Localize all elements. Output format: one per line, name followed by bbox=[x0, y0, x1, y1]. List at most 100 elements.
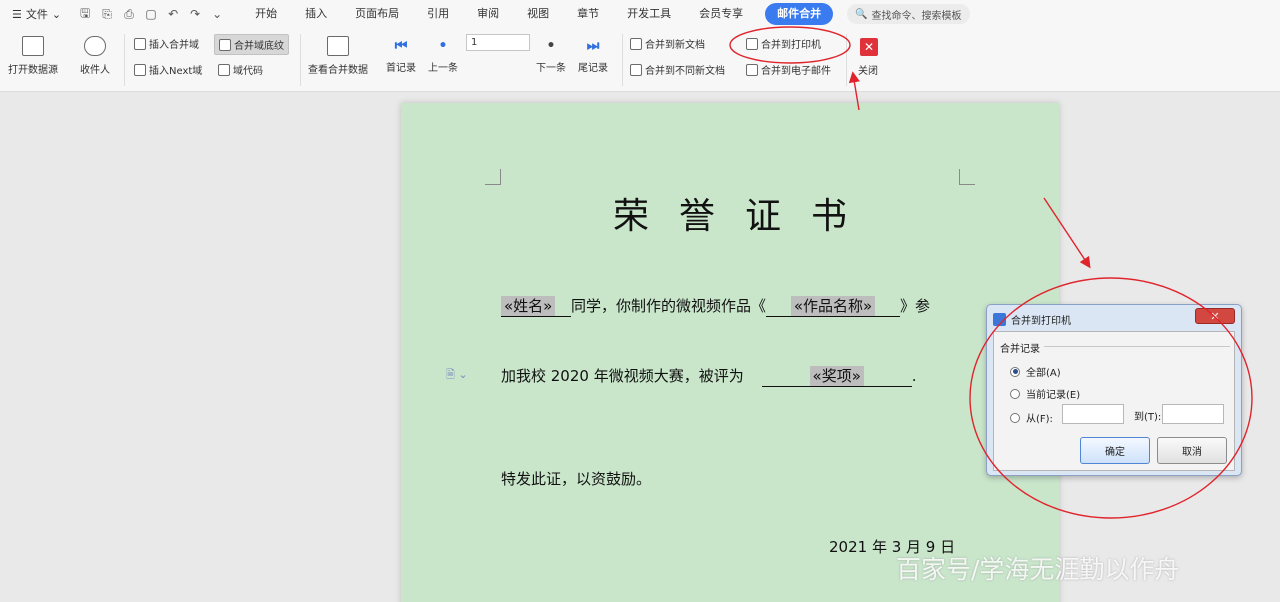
printer-icon bbox=[746, 37, 758, 50]
body-text-4: . bbox=[911, 367, 917, 385]
previous-record-button[interactable]: • 上一条 bbox=[428, 38, 458, 74]
radio-dot bbox=[1010, 388, 1020, 399]
tab-home[interactable]: 开始 bbox=[241, 3, 291, 25]
open-datasource-label: 打开数据源 bbox=[8, 65, 58, 76]
tab-view[interactable]: 视图 bbox=[513, 3, 563, 25]
menu-bar: ☰ 文件 ⌄ 🖫 ⎘ ⎙ ▢ ↶ ↷ ⌄ 开始 插入 页面布局 引用 审阅 视图… bbox=[0, 0, 1280, 28]
separator bbox=[124, 34, 125, 86]
tab-sections[interactable]: 章节 bbox=[563, 3, 613, 25]
merge-to-new-document-label: 合并到新文档 bbox=[645, 40, 705, 51]
tab-member[interactable]: 会员专享 bbox=[685, 3, 757, 25]
hamburger-icon: ☰ bbox=[12, 7, 22, 21]
tab-mail-merge[interactable]: 邮件合并 bbox=[765, 3, 834, 25]
dialog-titlebar[interactable]: 合并到打印机 bbox=[993, 309, 1071, 329]
print-icon[interactable]: ⎙ bbox=[119, 4, 139, 24]
document-page[interactable]: 荣誉证书 «姓名» 同学，你制作的微视频作品《 «作品名称» 》参 🗎 ⌄ 加我… bbox=[401, 103, 1059, 602]
dialog-title: 合并到打印机 bbox=[1011, 315, 1071, 327]
last-record-button[interactable]: ⏭ 尾记录 bbox=[578, 38, 608, 74]
datasource-icon bbox=[22, 36, 44, 56]
close-mail-merge-label: 关闭 bbox=[858, 66, 878, 77]
ok-button[interactable]: 确定 bbox=[1080, 437, 1150, 464]
merge-to-different-documents-label: 合并到不同新文档 bbox=[645, 66, 725, 77]
merge-to-new-document-button[interactable]: 合并到新文档 bbox=[630, 36, 705, 51]
tab-references[interactable]: 引用 bbox=[413, 3, 463, 25]
recipients-label: 收件人 bbox=[80, 65, 110, 76]
radio-current-record[interactable]: 当前记录(E) bbox=[1010, 386, 1080, 401]
merge-field-shading-button[interactable]: 合并域底纹 bbox=[214, 34, 289, 55]
view-merged-data-button[interactable]: 查看合并数据 bbox=[308, 36, 368, 76]
merge-to-email-label: 合并到电子邮件 bbox=[761, 66, 831, 77]
insert-merge-field-label: 插入合并域 bbox=[149, 40, 199, 51]
tab-developer[interactable]: 开发工具 bbox=[613, 3, 685, 25]
last-record-icon: ⏭ bbox=[586, 38, 600, 54]
merge-records-group-label: 合并记录 bbox=[1000, 340, 1044, 355]
first-record-icon: ⏮ bbox=[394, 38, 408, 54]
work-merge-field[interactable]: «作品名称» bbox=[790, 296, 876, 316]
radio-all-label: 全部(A) bbox=[1026, 368, 1061, 379]
search-icon: 🔍 bbox=[855, 8, 868, 20]
body-line-2: 加我校 2020 年微视频大赛，被评为 «奖项» . bbox=[501, 365, 917, 387]
insert-merge-field-button[interactable]: 插入合并域 bbox=[134, 36, 199, 51]
separator bbox=[300, 34, 301, 86]
next-record-icon: • bbox=[546, 38, 556, 54]
radio-current-label: 当前记录(E) bbox=[1026, 390, 1081, 401]
certificate-title: 荣誉证书 bbox=[612, 196, 877, 237]
shading-icon bbox=[219, 38, 231, 51]
watermark: 百家号/学海无涯勤以作舟 bbox=[896, 555, 1180, 584]
from-input[interactable] bbox=[1062, 404, 1124, 424]
file-menu[interactable]: ☰ 文件 ⌄ bbox=[8, 3, 65, 25]
dialog-body: 合并记录 全部(A) 当前记录(E) 从(F): 到(T): 确定 取消 bbox=[993, 331, 1235, 471]
next-record-button[interactable]: • 下一条 bbox=[536, 38, 566, 74]
command-search[interactable]: 🔍 查找命令、搜索模板 bbox=[847, 4, 970, 24]
merge-to-email-button[interactable]: 合并到电子邮件 bbox=[746, 62, 831, 77]
documents-icon bbox=[630, 63, 642, 76]
radio-all[interactable]: 全部(A) bbox=[1010, 364, 1061, 379]
insert-next-field-button[interactable]: 插入Next域 bbox=[134, 62, 202, 77]
open-datasource-button[interactable]: 打开数据源 bbox=[8, 36, 58, 76]
tab-review[interactable]: 审阅 bbox=[463, 3, 513, 25]
save-icon[interactable]: 🖫 bbox=[75, 4, 95, 24]
record-number-input[interactable]: 1 bbox=[466, 34, 530, 51]
body-text-1: 同学，你制作的微视频作品《 bbox=[571, 297, 767, 315]
margin-corner-mark bbox=[485, 169, 501, 185]
merge-to-printer-button[interactable]: 合并到打印机 bbox=[746, 36, 821, 51]
preview-icon[interactable]: ▢ bbox=[141, 4, 161, 24]
quick-access-toolbar: 🖫 ⎘ ⎙ ▢ ↶ ↷ ⌄ bbox=[75, 4, 227, 24]
field-codes-button[interactable]: 域代码 bbox=[218, 62, 263, 77]
first-record-button[interactable]: ⏮ 首记录 bbox=[386, 38, 416, 74]
radio-from[interactable]: 从(F): bbox=[1010, 410, 1053, 425]
next-field-icon bbox=[134, 63, 146, 76]
award-merge-field[interactable]: «奖项» bbox=[809, 366, 864, 386]
radio-dot bbox=[1010, 412, 1020, 423]
first-record-label: 首记录 bbox=[386, 63, 416, 74]
ribbon-tabs: 开始 插入 页面布局 引用 审阅 视图 章节 开发工具 会员专享 邮件合并 bbox=[241, 3, 841, 25]
margin-corner-mark bbox=[959, 169, 975, 185]
chevron-down-icon: ⌄ bbox=[51, 7, 62, 21]
app-icon bbox=[993, 312, 1006, 326]
recipients-icon bbox=[84, 36, 106, 56]
close-icon[interactable]: ✕ bbox=[860, 38, 878, 56]
to-input[interactable] bbox=[1162, 404, 1224, 424]
dialog-close-button[interactable]: ✕ bbox=[1195, 308, 1235, 324]
export-icon[interactable]: ⎘ bbox=[97, 4, 117, 24]
cancel-button[interactable]: 取消 bbox=[1157, 437, 1227, 464]
name-field-underline: «姓名» bbox=[501, 295, 571, 317]
merge-to-different-documents-button[interactable]: 合并到不同新文档 bbox=[630, 62, 725, 77]
view-merged-data-label: 查看合并数据 bbox=[308, 65, 368, 76]
email-icon bbox=[746, 63, 758, 76]
name-merge-field[interactable]: «姓名» bbox=[501, 296, 556, 316]
merge-field-icon bbox=[134, 37, 146, 50]
recipients-button[interactable]: 收件人 bbox=[80, 36, 110, 76]
customize-icon[interactable]: ⌄ bbox=[207, 4, 227, 24]
body-line-1: «姓名» 同学，你制作的微视频作品《 «作品名称» 》参 bbox=[501, 295, 930, 317]
last-record-label: 尾记录 bbox=[578, 63, 608, 74]
paragraph-options-icon[interactable]: 🗎 ⌄ bbox=[446, 366, 468, 385]
radio-from-label: 从(F): bbox=[1026, 414, 1053, 425]
redo-icon[interactable]: ↷ bbox=[185, 4, 205, 24]
undo-icon[interactable]: ↶ bbox=[163, 4, 183, 24]
field-codes-icon bbox=[218, 63, 230, 76]
tab-page-layout[interactable]: 页面布局 bbox=[341, 3, 413, 25]
separator bbox=[622, 34, 623, 86]
tab-insert[interactable]: 插入 bbox=[291, 3, 341, 25]
body-line-3: 特发此证，以资鼓励。 bbox=[501, 470, 652, 488]
